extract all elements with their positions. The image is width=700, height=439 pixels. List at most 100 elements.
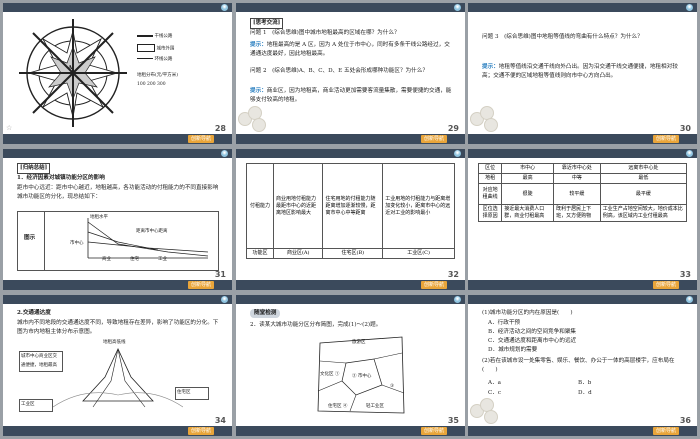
zone-culture: 文化区 ① — [320, 372, 340, 377]
table-header-cell: 靠近市中心处 — [553, 163, 601, 174]
star-icon: ☆ — [6, 124, 13, 132]
slide-header-bar: ◉ — [3, 149, 232, 158]
table-row: 地租 最高 中等 最低 — [477, 173, 688, 184]
table-row: 功能区 商业区(A) 住宅区(B) 工业区(C) — [246, 248, 455, 259]
nav-circle-icon[interactable]: ◉ — [686, 4, 693, 11]
rent-ability-table: 付租能力 商业用地付租能力最距市中心的近距离地区影响最大 住宅用地的付租能力随距… — [246, 163, 455, 259]
section-tag: [归纳总结] — [17, 163, 51, 174]
page-number: 30 — [679, 124, 691, 133]
map-legend: 干线公路 城市外围 环线公路 地租分布(元/平方米) 100 200 300 — [137, 33, 227, 89]
slide-header-bar: ◉ — [236, 3, 465, 12]
slide-thumbnail-29[interactable]: ◉ [思考交流] 问题 1 (综合思维)图中城市地租最高的区域在哪？为什么？ 提… — [236, 3, 465, 144]
nav-circle-icon[interactable]: ◉ — [221, 296, 228, 303]
slide-footer-bar: 创新导航 — [3, 280, 232, 290]
nav-button[interactable]: 创新导航 — [420, 135, 447, 143]
fig-label-commerce: 商业 — [102, 257, 111, 262]
section-tag: [思考交流] — [250, 18, 284, 29]
flower-decoration — [468, 102, 504, 136]
fig-label-distance: 距离市中心距离 — [136, 229, 168, 234]
page-number: 31 — [214, 270, 226, 279]
nav-circle-icon[interactable]: ◉ — [454, 4, 461, 11]
nav-button[interactable]: 创新导航 — [420, 281, 447, 289]
slide-header-bar: ◉ — [468, 3, 697, 12]
table-cell: 住宅区(B) — [322, 248, 384, 259]
option-a: A．行政干预 — [488, 320, 521, 326]
slide-footer-bar: 创新导航 — [468, 426, 697, 436]
nav-circle-icon[interactable]: ◉ — [454, 296, 461, 303]
nav-circle-icon[interactable]: ◉ — [686, 296, 693, 303]
question-3: 问题 3 (综合思维)图中地租等值线的弯曲有什么特点？为什么？ — [482, 34, 643, 40]
table-cell: 最平缓 — [599, 183, 688, 205]
slide-header-bar: ◉ — [3, 3, 232, 12]
option-b: B．b — [578, 380, 592, 386]
label-box-industry: 工业区 — [19, 399, 53, 412]
table-cell: 工业区(C) — [382, 248, 455, 259]
table-cell: 最低 — [599, 173, 688, 184]
table-header-cell: 市中心 — [501, 163, 555, 174]
table-header-cell: 远离市中心处 — [599, 163, 688, 174]
slide-thumbnail-28[interactable]: ◉ A 干线公路 城市外围 环线公路 地租分布(元/平方米) 100 200 3… — [3, 3, 232, 144]
nav-circle-icon[interactable]: ◉ — [454, 150, 461, 157]
slide-thumbnail-32[interactable]: ◉ 付租能力 商业用地付租能力最距市中心的近距离地区影响最大 住宅用地的付租能力… — [236, 149, 465, 290]
table-header-cell: 区位 — [477, 163, 503, 174]
center-label: A — [68, 65, 73, 71]
location-table: 区位 市中心 靠近市中心处 远离市中心处 地租 最高 中等 最低 对应地租曲线 … — [477, 163, 688, 222]
diagram-box: 图示 地租水平 市中心 距离市中心距离 商业 住宅 工业 — [17, 211, 219, 271]
nav-circle-icon[interactable]: ◉ — [221, 4, 228, 11]
slide-footer-bar: 创新导航 — [468, 280, 697, 290]
slide-thumbnail-34[interactable]: ◉ 2.交通通达度 城市内不同地段的交通通达度不同，导致地租存在差异，影响了功能… — [3, 295, 232, 436]
slide-thumbnail-35[interactable]: ◉ 随堂检测 2．读某大城市功能分区分布简图，完成(1)～(2)题。 旅游区 文… — [236, 295, 465, 436]
fig-label-center: 市中心 — [70, 241, 84, 246]
table-cell: 中等 — [553, 173, 601, 184]
fig-label-rent: 地租水平 — [90, 215, 108, 220]
transport-rent-diagram — [53, 348, 183, 408]
legend-outer-city: 城市外围 — [156, 46, 175, 51]
page-number: 33 — [679, 270, 691, 279]
table-cell: 对应地租曲线 — [477, 183, 503, 205]
answer-3: 提示：地租等值线沿交通干线向外凸出。因为沿交通干线交通便捷，地租相对较高；交通不… — [482, 64, 678, 79]
nav-button[interactable]: 创新导航 — [187, 427, 214, 435]
slide-header-bar: ◉ — [468, 295, 697, 304]
flower-decoration — [236, 102, 272, 136]
label-box-residential: 住宅区 — [175, 387, 209, 400]
zone-center: ② 市中心 — [352, 374, 372, 379]
question-text: 2．读某大城市功能分区分布简图，完成(1)～(2)题。 — [250, 322, 382, 328]
zone-tourism: 旅游区 — [352, 340, 366, 345]
nav-circle-icon[interactable]: ◉ — [686, 150, 693, 157]
slide-thumbnail-31[interactable]: ◉ [归纳总结] 1．经济因素对城镇功能分区的影响 距市中心远近：距市中心越近，… — [3, 149, 232, 290]
question-2: 问题 2 (综合思维)A、B、C、D、E 五处会形成哪种功能区？为什么？ — [250, 68, 428, 74]
body-text: 城市内不同地段的交通通达度不同，导致地租存在差异，影响了功能区的分化。下图为市内… — [17, 320, 219, 335]
nav-button[interactable]: 创新导航 — [187, 135, 214, 143]
nav-button[interactable]: 创新导航 — [652, 281, 679, 289]
nav-button[interactable]: 创新导航 — [652, 135, 679, 143]
slide-thumbnail-36[interactable]: ◉ (1)城市功能分区的内在原因是( ) A．行政干预 B．经济活动之间的空间竞… — [468, 295, 697, 436]
question-2: (2)若在该城市设一处集零售、娱乐、餐饮、办公于一体的高层楼宇，应布局在( ) — [482, 358, 675, 373]
page-number: 34 — [214, 416, 226, 425]
fig-label-industry: 工业 — [158, 257, 167, 262]
legend-trunk-road: 干线公路 — [154, 34, 173, 39]
page-number: 29 — [447, 124, 459, 133]
slide-thumbnail-30[interactable]: ◉ 问题 3 (综合思维)图中地租等值线的弯曲有什么特点？为什么？ 提示：地租等… — [468, 3, 697, 144]
option-c: C．交通通达度和距离市中心的远近 — [488, 338, 577, 344]
zone-marker-3: ③ — [390, 384, 395, 389]
slide-header-bar: ◉ — [468, 149, 697, 158]
nav-button[interactable]: 创新导航 — [652, 427, 679, 435]
table-header-row: 区位 市中心 靠近市中心处 远离市中心处 — [477, 163, 688, 174]
heading: 2.交通通达度 — [17, 310, 51, 316]
slide-header-bar: ◉ — [3, 295, 232, 304]
diagram-label: 图示 — [24, 235, 36, 241]
option-d: D．城市规划的需要 — [488, 347, 538, 353]
legend-ring-road: 环线公路 — [154, 56, 173, 62]
table-cell: 付租能力 — [246, 163, 274, 249]
nav-circle-icon[interactable]: ◉ — [221, 150, 228, 157]
rent-contour-map — [19, 19, 127, 127]
table-cell: 区位选择原因 — [477, 204, 503, 222]
answer-1: 提示：地租最高的是 A 区，因为 A 处位于市中心，同时有多条干线公路经过，交通… — [250, 42, 450, 57]
slide-footer-bar: 创新导航 — [236, 280, 465, 290]
nav-button[interactable]: 创新导航 — [420, 427, 447, 435]
slide-thumbnail-33[interactable]: ◉ 区位 市中心 靠近市中心处 远离市中心处 地租 最高 中等 最低 对应地租曲… — [468, 149, 697, 290]
table-cell: 很陡 — [501, 183, 555, 205]
slide-footer-bar: 创新导航 — [468, 134, 697, 144]
nav-button[interactable]: 创新导航 — [187, 281, 214, 289]
zone-residential: 住宅区 ④ — [328, 404, 348, 409]
